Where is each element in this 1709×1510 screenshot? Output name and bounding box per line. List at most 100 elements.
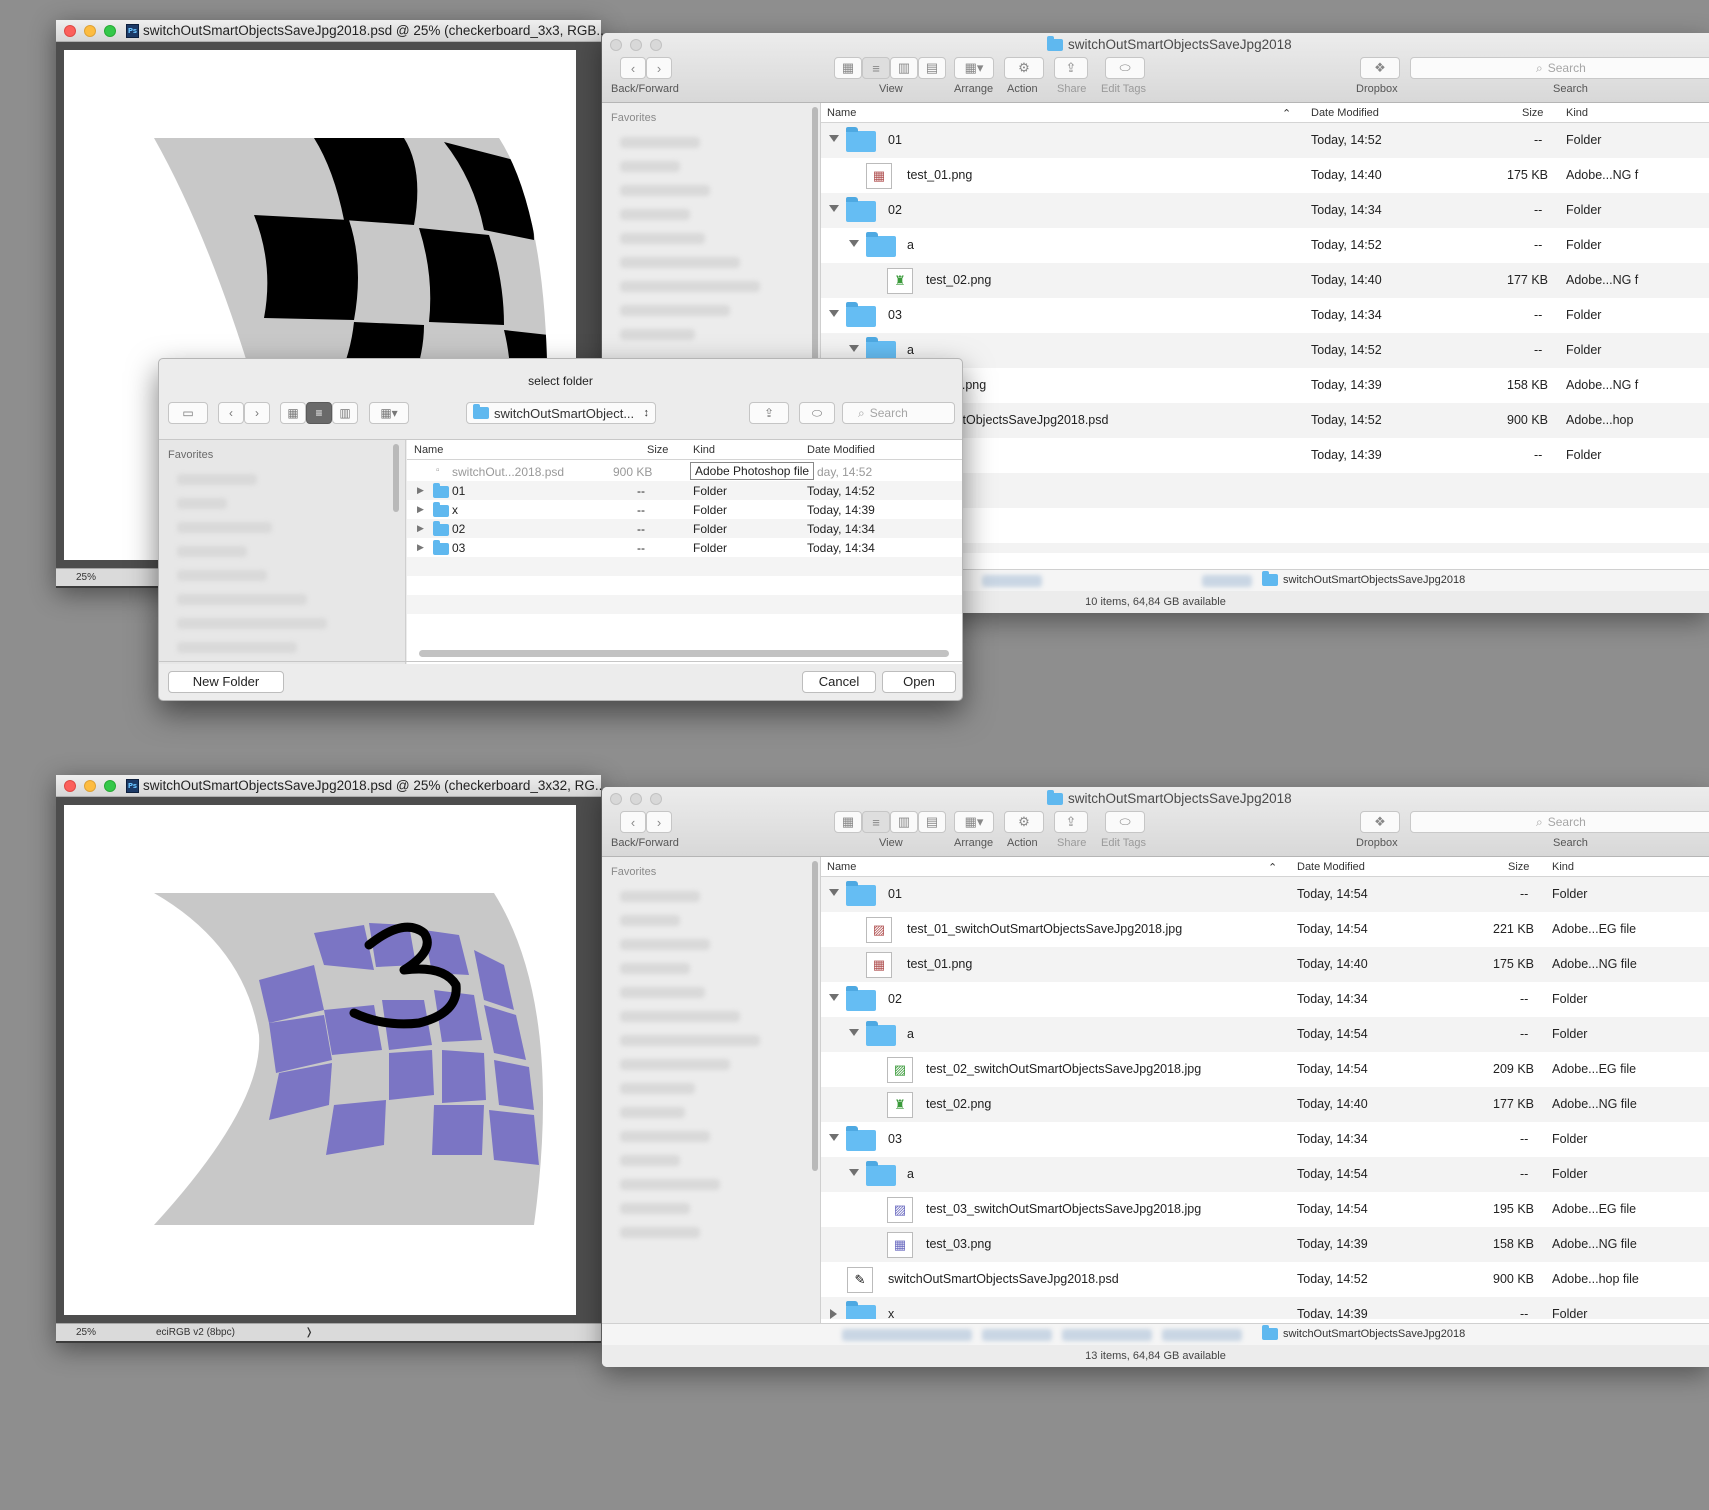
new-folder-button[interactable]: New Folder <box>168 671 284 693</box>
zoom-level[interactable]: 25% <box>56 1327 116 1338</box>
table-row[interactable]: ▨ test_03_switchOutSmartObjectsSaveJpg20… <box>821 1192 1709 1227</box>
disclosure-triangle-icon[interactable] <box>849 1029 859 1036</box>
column-size[interactable]: Size <box>1508 861 1529 873</box>
view-list-button[interactable]: ≡ <box>862 811 890 833</box>
table-row[interactable]: 02 Today, 14:34 -- Folder <box>821 982 1709 1017</box>
table-row[interactable]: a Today, 14:54 -- Folder <box>821 1017 1709 1052</box>
disclosure-triangle-icon[interactable] <box>829 135 839 142</box>
zoom-button[interactable] <box>104 780 116 792</box>
table-row[interactable]: 01 Today, 14:52 -- Folder <box>821 123 1709 158</box>
table-row[interactable]: ▨ test_02_switchOutSmartObjectsSaveJpg20… <box>821 1052 1709 1087</box>
table-row[interactable]: ▦ test_01.png Today, 14:40 175 KB Adobe.… <box>821 158 1709 193</box>
back-button[interactable]: ‹ <box>620 811 646 833</box>
list-item[interactable]: ▫ switchOut...2018.psd 900 KB day, 14:52… <box>407 462 962 481</box>
minimize-button[interactable] <box>630 793 642 805</box>
disclosure-triangle-icon[interactable]: ▶ <box>417 485 424 496</box>
column-name[interactable]: Name <box>414 444 443 456</box>
document-canvas[interactable] <box>64 805 576 1315</box>
share-button[interactable]: ⇪ <box>749 402 789 424</box>
minimize-button[interactable] <box>84 25 96 37</box>
sort-up-icon[interactable]: ⌃ <box>1282 107 1291 120</box>
view-columns-button[interactable]: ▥ <box>332 402 358 424</box>
table-row[interactable]: 02 Today, 14:34 -- Folder <box>821 193 1709 228</box>
status-menu-arrow-icon[interactable]: ❭ <box>305 1327 313 1338</box>
table-row[interactable]: ▦ test_03.png Today, 14:39 158 KB Adobe.… <box>821 1227 1709 1262</box>
search-field[interactable]: ⌕ Search <box>842 402 955 424</box>
list-item[interactable]: ▶ 02 -- Folder Today, 14:34 <box>407 519 962 538</box>
table-row[interactable]: 03 Today, 14:34 -- Folder <box>821 1122 1709 1157</box>
minimize-button[interactable] <box>630 39 642 51</box>
disclosure-triangle-icon[interactable]: ▶ <box>417 523 424 534</box>
column-date-modified[interactable]: Date Modified <box>1311 107 1379 119</box>
table-row[interactable]: ♜ test_02.png Today, 14:40 177 KB Adobe.… <box>821 263 1709 298</box>
share-button[interactable]: ⇪ <box>1054 57 1088 79</box>
back-button[interactable]: ‹ <box>218 402 244 424</box>
search-field[interactable]: ⌕ Search <box>1410 811 1709 833</box>
list-item[interactable]: ▶ x -- Folder Today, 14:39 <box>407 500 962 519</box>
view-coverflow-button[interactable]: ▤ <box>918 811 946 833</box>
close-button[interactable] <box>610 39 622 51</box>
cancel-button[interactable]: Cancel <box>802 671 876 693</box>
minimize-button[interactable] <box>84 780 96 792</box>
photoshop-titlebar[interactable]: Ps switchOutSmartObjectsSaveJpg2018.psd … <box>56 20 608 42</box>
path-item[interactable]: switchOutSmartObjectsSaveJpg2018 <box>1262 1325 1465 1340</box>
dropbox-button[interactable]: ❖ <box>1360 811 1400 833</box>
edit-tags-button[interactable]: ⬭ <box>1105 811 1145 833</box>
list-item[interactable]: ▶ 03 -- Folder Today, 14:34 <box>407 538 962 557</box>
disclosure-triangle-icon[interactable] <box>849 1169 859 1176</box>
view-icon-button[interactable]: ▦ <box>834 811 862 833</box>
action-button[interactable]: ⚙ <box>1004 57 1044 79</box>
disclosure-triangle-icon[interactable] <box>829 1134 839 1141</box>
close-button[interactable] <box>64 25 76 37</box>
column-name[interactable]: Name <box>827 861 856 873</box>
sidebar-scrollbar[interactable] <box>393 444 399 512</box>
view-list-button[interactable]: ≡ <box>306 402 332 424</box>
forward-button[interactable]: › <box>646 811 672 833</box>
disclosure-triangle-icon[interactable]: ▶ <box>417 542 424 553</box>
sidebar-toggle-button[interactable]: ▭ <box>168 402 208 424</box>
table-row[interactable]: 03 Today, 14:34 -- Folder <box>821 298 1709 333</box>
column-kind[interactable]: Kind <box>1552 861 1574 873</box>
open-button[interactable]: Open <box>882 671 956 693</box>
view-columns-button[interactable]: ▥ <box>890 811 918 833</box>
close-button[interactable] <box>610 793 622 805</box>
disclosure-triangle-icon[interactable] <box>829 205 839 212</box>
view-list-button[interactable]: ≡ <box>862 57 890 79</box>
list-item[interactable]: ▶ 01 -- Folder Today, 14:52 <box>407 481 962 500</box>
back-button[interactable]: ‹ <box>620 57 646 79</box>
table-row[interactable]: ▦ test_01.png Today, 14:40 175 KB Adobe.… <box>821 947 1709 982</box>
sort-up-icon[interactable]: ⌃ <box>1268 861 1277 874</box>
table-row[interactable]: x Today, 14:39 -- Folder <box>821 1297 1709 1319</box>
zoom-button[interactable] <box>650 39 662 51</box>
table-row[interactable]: 01 Today, 14:54 -- Folder <box>821 877 1709 912</box>
sidebar-scrollbar[interactable] <box>812 107 818 367</box>
column-date-modified[interactable]: Date Modified <box>807 444 875 456</box>
column-size[interactable]: Size <box>647 444 668 456</box>
zoom-button[interactable] <box>650 793 662 805</box>
action-button[interactable]: ⚙ <box>1004 811 1044 833</box>
close-button[interactable] <box>64 780 76 792</box>
disclosure-triangle-icon[interactable] <box>849 345 859 352</box>
disclosure-triangle-icon[interactable] <box>829 889 839 896</box>
view-icon-button[interactable]: ▦ <box>834 57 862 79</box>
disclosure-triangle-icon[interactable] <box>830 1309 837 1319</box>
forward-button[interactable]: › <box>244 402 270 424</box>
sidebar-scrollbar[interactable] <box>812 861 818 1171</box>
table-row[interactable]: ♜ test_02.png Today, 14:40 177 KB Adobe.… <box>821 1087 1709 1122</box>
dropbox-button[interactable]: ❖ <box>1360 57 1400 79</box>
view-columns-button[interactable]: ▥ <box>890 57 918 79</box>
column-size[interactable]: Size <box>1522 107 1543 119</box>
share-button[interactable]: ⇪ <box>1054 811 1088 833</box>
disclosure-triangle-icon[interactable]: ▶ <box>417 504 424 515</box>
column-kind[interactable]: Kind <box>1566 107 1588 119</box>
column-kind[interactable]: Kind <box>693 444 715 456</box>
column-date-modified[interactable]: Date Modified <box>1297 861 1365 873</box>
table-row[interactable]: a Today, 14:52 -- Folder <box>821 228 1709 263</box>
arrange-button[interactable]: ▦▾ <box>954 57 994 79</box>
zoom-button[interactable] <box>104 25 116 37</box>
path-item[interactable]: switchOutSmartObjectsSaveJpg2018 <box>1262 571 1465 586</box>
view-coverflow-button[interactable]: ▤ <box>918 57 946 79</box>
column-name[interactable]: Name <box>827 107 856 119</box>
arrange-button[interactable]: ▦▾ <box>369 402 409 424</box>
view-icon-button[interactable]: ▦ <box>280 402 306 424</box>
